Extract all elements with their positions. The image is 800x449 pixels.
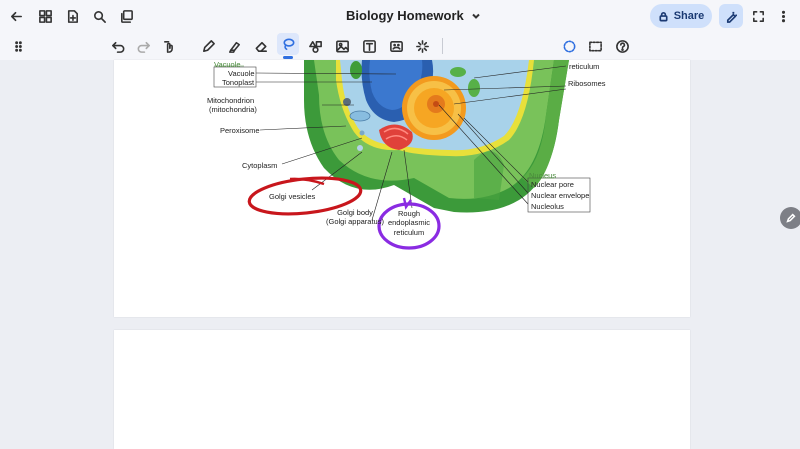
more-options-icon[interactable] (772, 5, 794, 27)
notebook-page-1[interactable]: Vacuole Vacuole Tonoplast Mitochondrion … (114, 60, 690, 317)
document-title-text: Biology Homework (346, 8, 464, 23)
label-vacuole: Vacuole (228, 69, 255, 78)
label-nucleus-group: Nucleus (529, 171, 557, 180)
lasso-circle-icon[interactable] (558, 35, 580, 57)
laser-pointer-icon[interactable] (411, 35, 433, 57)
notebook-page-2[interactable] (114, 330, 690, 449)
grid-icon[interactable] (34, 5, 56, 27)
label-cytoplasm: Cytoplasm (242, 161, 278, 170)
label-nuclear-pore: Nuclear pore (531, 180, 574, 189)
label-mitochondrion-1: Mitochondrion (207, 96, 255, 105)
text-box-icon[interactable] (358, 35, 380, 57)
label-reticulum-top: reticulum (569, 62, 600, 71)
drag-handle-icon[interactable] (7, 35, 29, 57)
rectangle-select-icon[interactable] (584, 35, 606, 57)
search-icon[interactable] (88, 5, 110, 27)
share-button[interactable]: Share (650, 4, 712, 28)
eraser-icon[interactable] (250, 35, 272, 57)
pen-icon[interactable] (197, 35, 219, 57)
toolbar-divider (442, 38, 443, 54)
share-label: Share (673, 10, 705, 22)
label-golgi-body-1: Golgi body (337, 208, 373, 217)
document-title[interactable]: Biology Homework (346, 8, 482, 23)
sticker-icon[interactable] (385, 35, 407, 57)
label-nuclear-envelope: Nuclear envelope (531, 191, 590, 200)
shapes-icon[interactable] (304, 35, 326, 57)
redo-icon[interactable] (132, 35, 154, 57)
image-icon[interactable] (331, 35, 353, 57)
touch-tool-icon[interactable] (158, 35, 180, 57)
back-arrow-icon[interactable] (5, 5, 27, 27)
label-peroxisome: Peroxisome (220, 126, 260, 135)
pages-icon[interactable] (115, 5, 137, 27)
label-tonoplast: Tonoplast (222, 78, 255, 87)
label-rough-er-3: reticulum (393, 228, 425, 237)
label-rough-er-1: Rough (397, 209, 421, 218)
undo-icon[interactable] (107, 35, 129, 57)
fullscreen-icon[interactable] (747, 5, 769, 27)
label-mitochondrion-2: (mitochondria) (209, 105, 257, 114)
lock-icon (659, 11, 668, 21)
label-ribosomes: Ribosomes (568, 79, 606, 88)
highlighter-icon[interactable] (223, 35, 245, 57)
new-page-icon[interactable] (61, 5, 83, 27)
help-icon[interactable] (611, 35, 633, 57)
label-nucleolus: Nucleolus (531, 202, 564, 211)
pencil-icon (786, 213, 796, 223)
magic-pen-icon (726, 11, 737, 23)
floating-pen-button[interactable] (780, 207, 800, 229)
lasso-icon[interactable] (277, 33, 299, 59)
label-rough-er-2: endoplasmic (387, 218, 431, 227)
plant-cell-diagram (213, 60, 591, 250)
label-golgi-vesicles: Golgi vesicles (269, 192, 316, 201)
top-bar: Biology Homework Share (0, 0, 800, 32)
magic-pen-button[interactable] (719, 4, 743, 28)
chevron-down-icon (472, 13, 480, 19)
label-vacuole-group: Vacuole (214, 60, 241, 69)
